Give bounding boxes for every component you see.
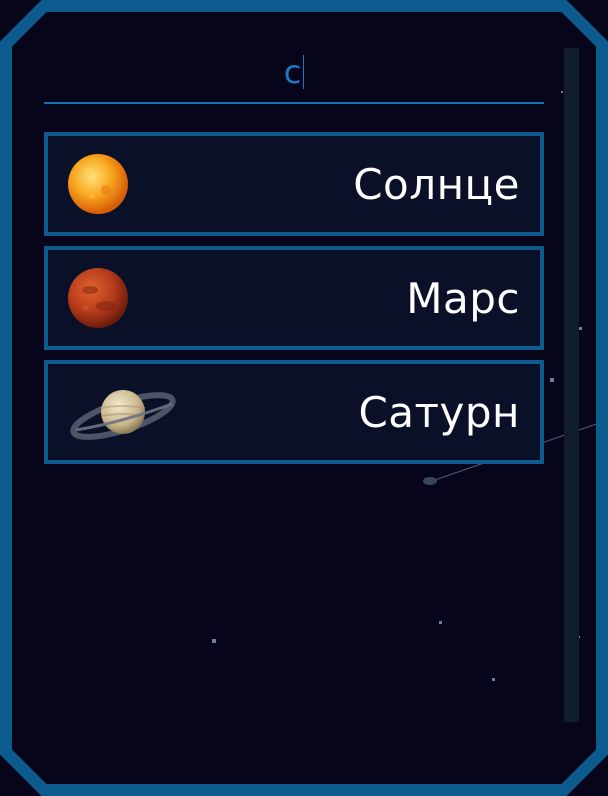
- mars-icon: [68, 268, 128, 328]
- planet-list: Солнце Марс Сатурн: [44, 132, 544, 474]
- list-item-saturn[interactable]: Сатурн: [44, 360, 544, 464]
- planet-name: Солнце: [353, 160, 520, 209]
- saturn-icon: [70, 390, 176, 440]
- planet-name: Марс: [406, 274, 520, 323]
- text-caret: [303, 55, 305, 89]
- search-value: с: [283, 53, 302, 91]
- search-input[interactable]: с: [44, 52, 544, 92]
- search-field[interactable]: с: [44, 44, 544, 104]
- list-item-mars[interactable]: Марс: [44, 246, 544, 350]
- list-item-sun[interactable]: Солнце: [44, 132, 544, 236]
- planet-name: Сатурн: [358, 388, 520, 437]
- scrollbar[interactable]: [564, 48, 579, 722]
- sun-icon: [68, 154, 128, 214]
